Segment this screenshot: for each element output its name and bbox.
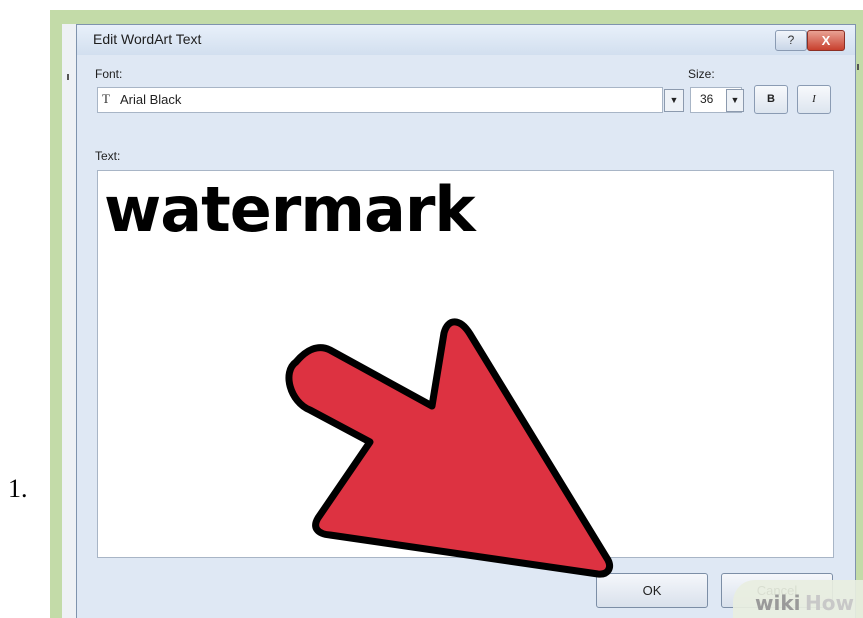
pointer-arrow-icon [285,318,614,578]
